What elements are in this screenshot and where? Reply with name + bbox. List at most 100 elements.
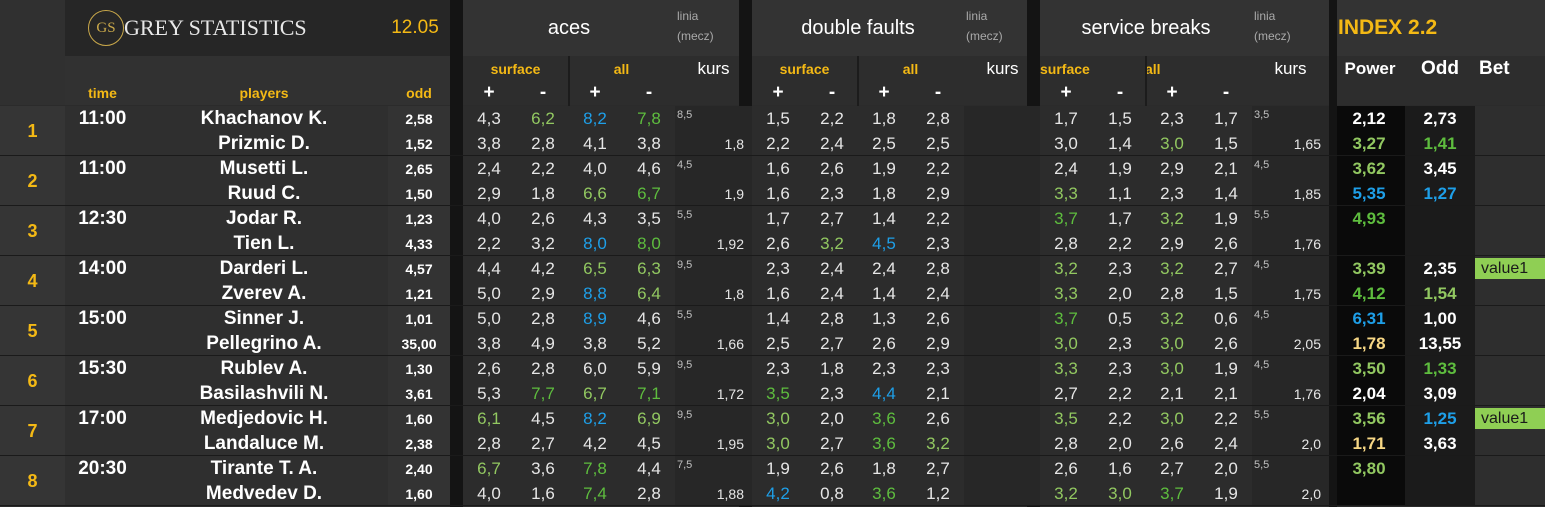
stat-aces-0: 2,2 (477, 233, 501, 253)
group-title-2: service breaks (1081, 16, 1211, 39)
stat-aces-0: 4,0 (477, 208, 501, 228)
minus-header-0-1: - (539, 82, 547, 103)
kurs-value: 1,92 (716, 235, 744, 252)
stat-aces-1: 4,9 (531, 333, 555, 353)
minus-header-2-1: - (1116, 82, 1124, 103)
player-odd: 1,60 (405, 485, 433, 502)
power-value: 3,56 (1352, 408, 1386, 428)
match-number: 5 (27, 320, 38, 341)
bet-badge: value1 (1475, 258, 1545, 279)
kurs-value: 1,9 (724, 185, 744, 202)
stat-sb-0: 2,4 (1054, 158, 1078, 178)
stat-aces-1: 2,2 (531, 158, 555, 178)
match-number: 4 (27, 270, 38, 291)
stat-sb-0: 3,5 (1054, 408, 1078, 428)
stat-df-3: 2,6 (926, 308, 950, 328)
power-value: 5,35 (1352, 183, 1386, 203)
player-name: Sinner J. (223, 307, 305, 329)
col-odd-header: odd (406, 85, 432, 101)
kurs-value: 1,85 (1293, 185, 1321, 202)
stat-sb-1: 1,4 (1108, 133, 1132, 153)
power-value: 2,04 (1352, 383, 1386, 403)
player-name: Tirante T. A. (210, 457, 318, 479)
odd2-value: 1,33 (1423, 358, 1457, 378)
col-players-header: players (239, 85, 289, 101)
col-odd2-header: Odd (1421, 58, 1459, 79)
kurs-value: 2,0 (1301, 485, 1321, 502)
stat-sb-0: 3,3 (1054, 283, 1078, 303)
stat-aces-2: 6,0 (583, 358, 607, 378)
stat-aces-3: 8,0 (637, 233, 661, 253)
kurs-value: 1,72 (716, 385, 744, 402)
player-odd: 1,50 (405, 185, 433, 202)
stat-sb-1: 1,5 (1108, 108, 1132, 128)
stat-aces-2: 6,5 (583, 258, 607, 278)
line-value (966, 106, 1006, 131)
stat-df-2: 3,6 (872, 433, 896, 453)
stat-sb-2: 3,0 (1160, 333, 1184, 353)
stat-df-2: 2,4 (872, 258, 896, 278)
stat-df-1: 2,4 (820, 258, 844, 278)
line-value: 8,5 (677, 109, 693, 121)
odd2-value: 1,00 (1423, 308, 1457, 328)
match-number: 1 (27, 120, 38, 141)
date-label: 12.05 (391, 17, 439, 38)
stat-sb-1: 2,3 (1108, 258, 1132, 278)
player-odd: 2,65 (405, 160, 433, 177)
stat-df-2: 1,4 (872, 283, 896, 303)
line-value (966, 406, 1006, 431)
kurs-value (964, 281, 1033, 306)
stat-sb-3: 2,6 (1214, 333, 1238, 353)
stat-df-3: 2,8 (926, 258, 950, 278)
stat-sb-3: 1,9 (1214, 208, 1238, 228)
stat-df-3: 2,2 (926, 208, 950, 228)
stat-aces-3: 5,2 (637, 333, 661, 353)
stat-sb-0: 2,8 (1054, 233, 1078, 253)
stat-sb-3: 1,4 (1214, 183, 1238, 203)
stat-aces-1: 3,2 (531, 233, 555, 253)
kurs-value (964, 181, 1033, 206)
group-title-0: aces (547, 16, 591, 39)
stat-sb-3: 2,2 (1214, 408, 1238, 428)
stat-sb-2: 2,9 (1160, 233, 1184, 253)
bet-block (1475, 156, 1545, 206)
stat-aces-1: 6,2 (531, 108, 555, 128)
stat-aces-1: 2,8 (531, 358, 555, 378)
bet-block (1475, 106, 1545, 156)
sub-all-2: all (1145, 61, 1161, 77)
stat-sb-1: 2,3 (1108, 333, 1132, 353)
stat-aces-1: 2,6 (531, 208, 555, 228)
odd2-value: 2,73 (1423, 108, 1457, 128)
stat-sb-2: 2,6 (1160, 433, 1184, 453)
odd2-value: 1,25 (1423, 408, 1457, 428)
stat-df-2: 4,4 (872, 383, 896, 403)
stat-sb-2: 2,8 (1160, 283, 1184, 303)
kurs-value: 1,66 (716, 335, 744, 352)
stat-aces-3: 6,4 (637, 283, 661, 303)
stat-df-3: 2,8 (926, 108, 950, 128)
player-name: Zverev A. (221, 282, 307, 304)
player-name: Basilashvili N. (199, 382, 329, 404)
stat-df-0: 1,6 (766, 283, 790, 303)
stat-aces-3: 4,4 (637, 458, 661, 478)
player-name: Jodar R. (225, 207, 303, 229)
player-name: Ruud C. (227, 182, 301, 204)
line-value: 4,5 (677, 159, 693, 171)
stat-sb-1: 2,2 (1108, 408, 1132, 428)
stat-df-3: 2,3 (926, 358, 950, 378)
stat-aces-1: 1,8 (531, 183, 555, 203)
stat-aces-0: 2,8 (477, 433, 501, 453)
stat-df-3: 2,9 (926, 333, 950, 353)
stat-sb-3: 0,6 (1214, 308, 1238, 328)
stat-aces-1: 2,7 (531, 433, 555, 453)
player-odd: 1,21 (405, 285, 433, 302)
stat-sb-1: 2,0 (1108, 433, 1132, 453)
kurs-header-2: kurs (1274, 59, 1307, 78)
stat-sb-2: 2,9 (1160, 158, 1184, 178)
line-value: 5,5 (677, 309, 693, 321)
player-name: Medjedovic H. (200, 407, 328, 429)
sub-separator-1 (857, 56, 859, 106)
line-value: 4,5 (1254, 309, 1270, 321)
match-number: 7 (27, 420, 38, 441)
stat-sb-1: 2,2 (1108, 233, 1132, 253)
